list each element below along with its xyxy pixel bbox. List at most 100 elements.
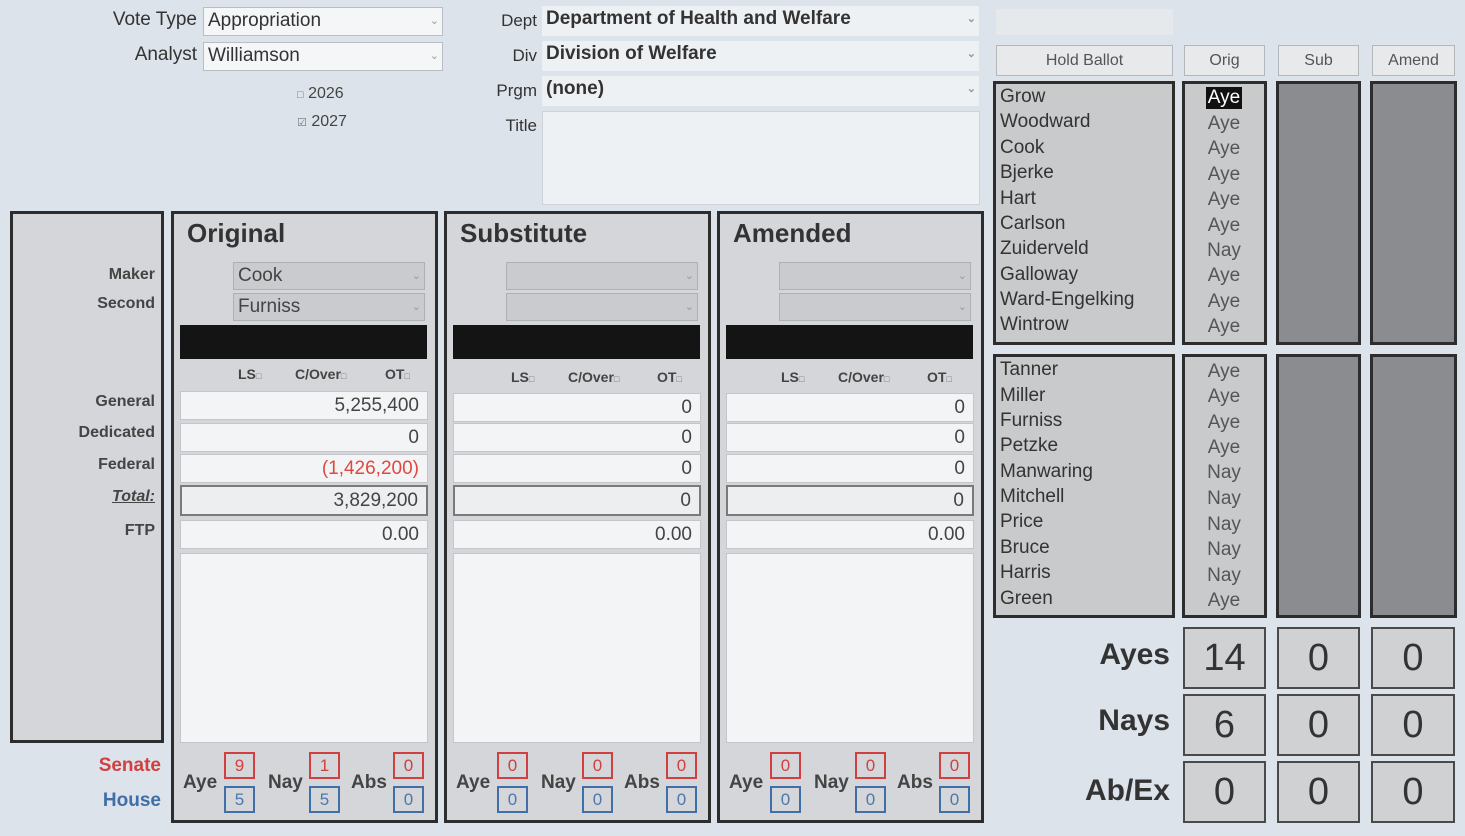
house-orig-vote[interactable]: Nay (1190, 539, 1258, 561)
substitute-notes-area[interactable] (453, 553, 701, 743)
house-member-name[interactable]: Miller (1000, 385, 1045, 407)
nays-label: Nays (1098, 704, 1170, 737)
house-member-name[interactable]: Bruce (1000, 537, 1050, 559)
house-orig-vote[interactable]: Nay (1190, 462, 1258, 484)
title-textarea[interactable] (542, 111, 980, 205)
amended-notes-area[interactable] (726, 553, 974, 743)
amend-ayes-total: 0 (1371, 627, 1455, 689)
vote-type-select[interactable]: Appropriation ⌄ (203, 7, 443, 36)
senate-orig-vote[interactable]: Aye (1190, 189, 1258, 211)
senate-orig-vote[interactable]: Aye (1190, 113, 1258, 135)
house-orig-vote[interactable]: Aye (1190, 412, 1258, 434)
amended-maker-select[interactable]: ⌄ (779, 262, 971, 290)
house-orig-vote[interactable]: Aye (1190, 386, 1258, 408)
amended-ls-checkbox[interactable]: LS□ (781, 369, 804, 385)
amended-general-input[interactable]: 0 (726, 393, 974, 422)
senate-member-name[interactable]: Bjerke (1000, 162, 1054, 184)
house-member-name[interactable]: Manwaring (1000, 461, 1093, 483)
checkbox-icon: □ (528, 374, 535, 384)
original-notes-area[interactable] (180, 553, 428, 743)
senate-member-name[interactable]: Cook (1000, 137, 1044, 159)
div-select[interactable]: Division of Welfare ⌄ (542, 41, 979, 71)
year-2026-checkbox[interactable]: □ 2026 (297, 85, 344, 103)
chevron-down-icon: ⌄ (966, 48, 976, 60)
substitute-ftp-input[interactable]: 0.00 (453, 520, 701, 549)
house-amend-vote-list[interactable] (1370, 354, 1457, 618)
original-general-input[interactable]: 5,255,400 (180, 391, 428, 420)
orig-column-header[interactable]: Orig (1184, 45, 1265, 76)
sub-column-header[interactable]: Sub (1278, 45, 1359, 76)
amended-ftp-input[interactable]: 0.00 (726, 520, 974, 549)
house-member-name[interactable]: Harris (1000, 562, 1051, 584)
substitute-general-input[interactable]: 0 (453, 393, 701, 422)
house-member-name[interactable]: Furniss (1000, 410, 1062, 432)
amended-ot-checkbox[interactable]: OT□ (927, 369, 952, 385)
substitute-ot-checkbox[interactable]: OT□ (657, 369, 682, 385)
sub-nays-total: 0 (1277, 694, 1360, 756)
senate-member-name[interactable]: Hart (1000, 188, 1036, 210)
house-orig-vote[interactable]: Nay (1190, 488, 1258, 510)
house-member-name[interactable]: Petzke (1000, 435, 1058, 457)
senate-orig-vote[interactable]: Aye (1190, 291, 1258, 313)
house-sub-vote-list[interactable] (1276, 354, 1361, 618)
house-orig-vote[interactable]: Nay (1190, 565, 1258, 587)
original-ot-checkbox[interactable]: OT□ (385, 366, 410, 382)
blank-field[interactable] (996, 9, 1173, 35)
year-2027-checkbox[interactable]: ☑ 2027 (297, 113, 347, 131)
senate-orig-vote[interactable]: Nay (1190, 240, 1258, 262)
cover-label: C/Over (568, 369, 614, 385)
house-member-name[interactable]: Tanner (1000, 359, 1058, 381)
substitute-second-select[interactable]: ⌄ (506, 293, 698, 321)
amended-cover-checkbox[interactable]: C/Over□ (838, 369, 889, 385)
senate-sub-vote-list[interactable] (1276, 81, 1361, 345)
hold-ballot-button[interactable]: Hold Ballot (996, 45, 1173, 76)
senate-amend-vote-list[interactable] (1370, 81, 1457, 345)
substitute-federal-input[interactable]: 0 (453, 454, 701, 483)
original-ftp-input[interactable]: 0.00 (180, 520, 428, 549)
original-second-select[interactable]: Furniss ⌄ (233, 293, 425, 321)
substitute-dedicated-input[interactable]: 0 (453, 423, 701, 452)
house-orig-vote[interactable]: Aye (1190, 590, 1258, 612)
amended-second-select[interactable]: ⌄ (779, 293, 971, 321)
original-federal-input[interactable]: (1,426,200) (180, 454, 428, 483)
prgm-select[interactable]: (none) ⌄ (542, 76, 979, 106)
original-ls-checkbox[interactable]: LS□ (238, 366, 261, 382)
senate-member-name[interactable]: Grow (1000, 86, 1045, 108)
original-dedicated-input[interactable]: 0 (180, 423, 428, 452)
original-cover-checkbox[interactable]: C/Over□ (295, 366, 346, 382)
amend-column-header[interactable]: Amend (1372, 45, 1455, 76)
dept-select[interactable]: Department of Health and Welfare ⌄ (542, 6, 979, 36)
amended-federal-input[interactable]: 0 (726, 454, 974, 483)
original-maker-value: Cook (238, 265, 283, 286)
senate-member-name[interactable]: Carlson (1000, 213, 1065, 235)
amended-dedicated-input[interactable]: 0 (726, 423, 974, 452)
senate-member-name[interactable]: Galloway (1000, 264, 1078, 286)
original-maker-select[interactable]: Cook ⌄ (233, 262, 425, 290)
senate-member-name[interactable]: Ward-Engelking (1000, 289, 1134, 311)
dept-value: Department of Health and Welfare (546, 8, 851, 29)
house-orig-vote[interactable]: Aye (1190, 361, 1258, 383)
senate-orig-vote[interactable]: Aye (1190, 316, 1258, 338)
ayes-label: Ayes (1099, 638, 1170, 671)
analyst-select[interactable]: Williamson ⌄ (203, 42, 443, 71)
house-member-name[interactable]: Green (1000, 588, 1053, 610)
house-orig-vote[interactable]: Aye (1190, 437, 1258, 459)
vote-type-value: Appropriation (208, 10, 322, 31)
senate-member-name[interactable]: Zuiderveld (1000, 238, 1089, 260)
senate-orig-vote[interactable]: Aye (1190, 138, 1258, 160)
substitute-ls-checkbox[interactable]: LS□ (511, 369, 534, 385)
substitute-cover-checkbox[interactable]: C/Over□ (568, 369, 619, 385)
house-member-name[interactable]: Price (1000, 511, 1043, 533)
div-value: Division of Welfare (546, 43, 717, 64)
substitute-maker-select[interactable]: ⌄ (506, 262, 698, 290)
house-member-name[interactable]: Mitchell (1000, 486, 1064, 508)
amend-nays-total: 0 (1371, 694, 1455, 756)
house-orig-vote[interactable]: Nay (1190, 514, 1258, 536)
senate-orig-vote[interactable]: Aye (1190, 87, 1258, 109)
senate-member-name[interactable]: Woodward (1000, 111, 1090, 133)
ls-label: LS (238, 366, 256, 382)
senate-member-name[interactable]: Wintrow (1000, 314, 1069, 336)
senate-orig-vote[interactable]: Aye (1190, 265, 1258, 287)
senate-orig-vote[interactable]: Aye (1190, 164, 1258, 186)
senate-orig-vote[interactable]: Aye (1190, 215, 1258, 237)
